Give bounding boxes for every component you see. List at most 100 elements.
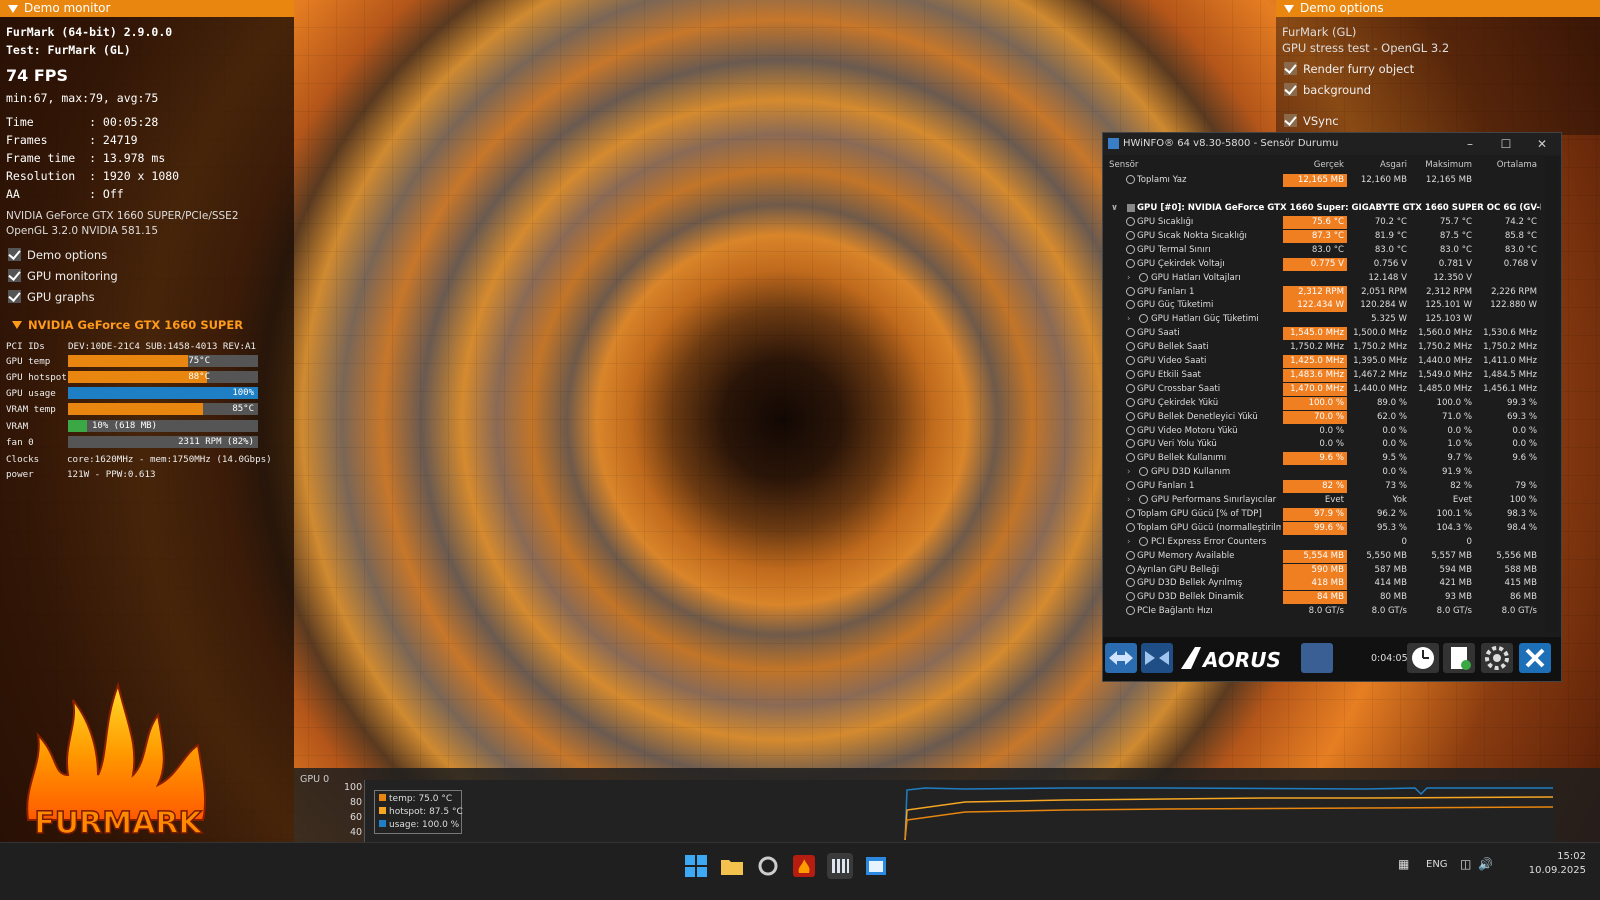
- sensor-row[interactable]: GPU Güç Tüketimi 122.434 W 120.284 W 125.10…: [1107, 299, 1543, 313]
- sensor-row[interactable]: › GPU Hatları Voltajları 12.148 V 12.350 V: [1107, 272, 1543, 285]
- metric-label: fan 0: [6, 437, 34, 448]
- gpu-section-header[interactable]: NVIDIA GeForce GTX 1660 SUPER: [0, 318, 294, 335]
- sensor-avg: [1476, 272, 1540, 285]
- sensor-min: 89.0 %: [1376, 397, 1407, 408]
- sensor-current: 9.6 %: [1283, 452, 1347, 466]
- network-tray-icon[interactable]: ◫: [1460, 857, 1471, 871]
- start-windows-icon[interactable]: [683, 853, 709, 879]
- sensor-row[interactable]: GPU Sıcak Nokta Sıcaklığı 87.3 °C 81.9 °C 8…: [1107, 229, 1543, 243]
- time-line: Time : 00:05:28: [6, 115, 159, 129]
- column-min[interactable]: Asgari: [1348, 159, 1410, 172]
- demo-monitor-header[interactable]: Demo monitor: [0, 0, 294, 17]
- expand-arrows-icon[interactable]: [1105, 643, 1137, 673]
- checkbox-checked-icon: [8, 290, 21, 303]
- metric-bar-fill: [68, 387, 258, 399]
- sensor-row[interactable]: › PCI Express Error Counters 0 0: [1107, 536, 1543, 549]
- sensor-row[interactable]: GPU Sıcaklığı 75.6 °C 70.2 °C 75.7 °C 74.2 °…: [1107, 216, 1543, 229]
- close-icon[interactable]: ✕: [1527, 133, 1557, 155]
- sensor-row[interactable]: › GPU D3D Kullanım 0.0 % 91.9 %: [1107, 466, 1543, 479]
- gpu-graphs-checkbox[interactable]: GPU graphs: [8, 290, 95, 304]
- gpu-sensor-group[interactable]: ∨ GPU [#0]: NVIDIA GeForce GTX 1660 Supe…: [1107, 202, 1543, 215]
- sensor-row[interactable]: Toplam GPU Gücü (normalleştirilm... 99.6 …: [1107, 521, 1543, 535]
- file-explorer-icon[interactable]: [719, 853, 745, 879]
- sensor-row[interactable]: Toplam GPU Gücü [% of TDP] 97.9 % 96.2 % 10…: [1107, 507, 1543, 521]
- sensor-row[interactable]: GPU Termal Sınırı 83.0 °C 83.0 °C 83.0 °C 83…: [1107, 244, 1543, 257]
- hwinfo-sensor-window: HWiNFO® 64 v8.30-5800 - Sensör Durumu – …: [1102, 132, 1562, 682]
- pci-label: PCI IDs: [6, 341, 45, 352]
- hotspot-series-line: [904, 796, 1554, 841]
- column-current[interactable]: Gerçek: [1283, 159, 1347, 172]
- sensor-row[interactable]: GPU Crossbar Saati 1,470.0 MHz 1,440.0 MHz…: [1107, 382, 1543, 396]
- sensor-row[interactable]: › GPU Performans Sınırlayıcılar Evet Yok Eve…: [1107, 494, 1543, 507]
- sensor-row[interactable]: › GPU Hatları Güç Tüketimi 5.325 W 125.103 …: [1107, 313, 1543, 326]
- sensor-row[interactable]: Ayrılan GPU Belleği 590 MB 587 MB 594 MB 588…: [1107, 563, 1543, 577]
- hwinfo-title-bar[interactable]: HWiNFO® 64 v8.30-5800 - Sensör Durumu – …: [1103, 133, 1561, 155]
- column-avg[interactable]: Ortalama: [1476, 159, 1540, 172]
- sensor-row[interactable]: Toplamı Yaz 12,165 MB 12,160 MB 12,165 M…: [1107, 174, 1543, 187]
- sensor-row[interactable]: GPU Çekirdek Voltajı 0.775 V 0.756 V 0.781 …: [1107, 257, 1543, 271]
- chevron-down-icon: ∨: [1111, 203, 1118, 213]
- column-sensor[interactable]: Sensör: [1109, 159, 1253, 172]
- settings-gear-icon[interactable]: [1481, 643, 1513, 673]
- chevron-right-icon[interactable]: ›: [1127, 466, 1130, 479]
- sensor-row[interactable]: GPU Bellek Denetleyici Yükü 70.0 % 62.0 % 7…: [1107, 410, 1543, 424]
- chevron-right-icon[interactable]: ›: [1127, 494, 1130, 507]
- sensor-row[interactable]: GPU Bellek Kullanımı 9.6 % 9.5 % 9.7 % 9.6 %: [1107, 452, 1543, 466]
- sensor-current: 2,312 RPM: [1283, 285, 1347, 299]
- hwinfo-tray-icon[interactable]: ▦: [1398, 857, 1409, 871]
- render-furry-object-checkbox[interactable]: Render furry object: [1284, 62, 1414, 76]
- close-x-icon[interactable]: [1519, 643, 1551, 673]
- network-icon[interactable]: [1301, 643, 1333, 673]
- sensor-row[interactable]: GPU Memory Available 5,554 MB 5,550 MB 5,55…: [1107, 549, 1543, 563]
- sensor-row[interactable]: GPU Fanları 1 82 % 73 % 82 % 79 %: [1107, 480, 1543, 494]
- demo-options-header[interactable]: Demo options: [1276, 0, 1600, 17]
- sensor-name: Toplam GPU Gücü (normalleştirilm...: [1137, 522, 1281, 533]
- sensor-row[interactable]: GPU Etkili Saat 1,483.6 MHz 1,467.2 MHz 1,5…: [1107, 368, 1543, 382]
- maximize-icon[interactable]: ☐: [1491, 133, 1521, 155]
- sensor-type-icon: [1126, 300, 1135, 310]
- volume-icon[interactable]: 🔊: [1478, 857, 1493, 871]
- sensor-scrollbar[interactable]: [1545, 157, 1559, 633]
- chevron-right-icon[interactable]: ›: [1127, 313, 1130, 326]
- sensor-row[interactable]: GPU Saati 1,545.0 MHz 1,500.0 MHz 1,560.0 M…: [1107, 327, 1543, 341]
- sensor-row[interactable]: GPU Çekirdek Yükü 100.0 % 89.0 % 100.0 % 99.…: [1107, 396, 1543, 410]
- sensor-type-icon: [1139, 536, 1148, 546]
- sensor-row[interactable]: GPU Video Motoru Yükü 0.0 % 0.0 % 0.0 % 0.0 …: [1107, 425, 1543, 438]
- background-checkbox[interactable]: background: [1284, 83, 1371, 97]
- vsync-checkbox[interactable]: VSync: [1284, 114, 1339, 128]
- sensor-type-icon: [1126, 550, 1135, 560]
- furmark-taskbar-icon[interactable]: [791, 853, 817, 879]
- collapse-arrows-icon[interactable]: [1141, 643, 1173, 673]
- minimize-icon[interactable]: –: [1455, 133, 1485, 155]
- sensor-row[interactable]: GPU Bellek Saati 1,750.2 MHz 1,750.2 MHz 1,…: [1107, 341, 1543, 354]
- chevron-right-icon[interactable]: ›: [1127, 536, 1130, 549]
- clock-icon[interactable]: [1407, 643, 1439, 673]
- sensor-row[interactable]: GPU D3D Bellek Dinamik 84 MB 80 MB 93 MB 86 …: [1107, 591, 1543, 605]
- gpu-monitoring-checkbox[interactable]: GPU monitoring: [8, 269, 118, 283]
- sensor-name: GPU Video Saati: [1137, 356, 1207, 366]
- collapse-triangle-icon: [8, 4, 18, 13]
- sensor-max: 82 %: [1450, 481, 1472, 492]
- sensor-max: 87.5 °C: [1439, 230, 1472, 241]
- clock-area[interactable]: 15:02 10.09.2025: [1529, 851, 1586, 876]
- sensor-row[interactable]: GPU Fanları 1 2,312 RPM 2,051 RPM 2,312 RPM…: [1107, 285, 1543, 299]
- sensor-min: 83.0 °C: [1374, 244, 1407, 255]
- checkbox-checked-icon: [8, 269, 21, 282]
- windows-taskbar: ▦ ENG ◫ 🔊 15:02 10.09.2025: [0, 842, 1600, 900]
- window-app-icon[interactable]: [863, 853, 889, 879]
- sensor-row[interactable]: GPU D3D Bellek Ayrılmış 418 MB 414 MB 421 M…: [1107, 577, 1543, 591]
- sensor-current: [1283, 466, 1347, 479]
- sensor-avg: 2,226 RPM: [1491, 286, 1537, 297]
- gpu-renderer: NVIDIA GeForce GTX 1660 SUPER/PCIe/SSE2: [6, 210, 239, 222]
- demo-options-checkbox[interactable]: Demo options: [8, 248, 107, 262]
- column-max[interactable]: Maksimum: [1411, 159, 1475, 172]
- chevron-right-icon[interactable]: ›: [1127, 272, 1130, 285]
- app-circle-icon[interactable]: [755, 853, 781, 879]
- language-indicator[interactable]: ENG: [1426, 859, 1448, 870]
- sensor-current: 0.0 %: [1319, 425, 1344, 436]
- hwinfo-taskbar-icon[interactable]: [827, 853, 853, 879]
- sensor-row[interactable]: GPU Veri Yolu Yükü 0.0 % 0.0 % 1.0 % 0.0 %: [1107, 438, 1543, 451]
- report-add-icon[interactable]: [1443, 643, 1475, 673]
- sensor-row[interactable]: PCIe Bağlantı Hızı 8.0 GT/s 8.0 GT/s 8.0 GT…: [1107, 605, 1543, 618]
- sensor-row[interactable]: GPU Video Saati 1,425.0 MHz 1,395.0 MHz 1,4…: [1107, 355, 1543, 368]
